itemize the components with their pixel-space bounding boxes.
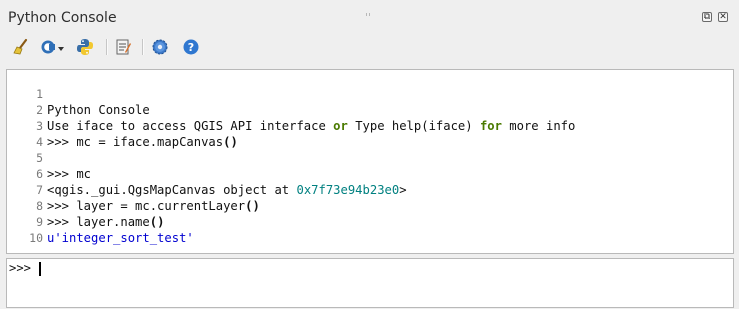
settings-button[interactable] — [149, 36, 171, 58]
output-line: 1 Python Console — [7, 70, 733, 117]
output-line: 3 >>> mc = iface.mapCanvas() — [7, 102, 733, 149]
output-line: 4 — [7, 118, 733, 149]
output-line: 2 Use iface to access QGIS API interface… — [7, 86, 733, 133]
import-class-button[interactable] — [38, 36, 68, 58]
output-line: 10 — [7, 214, 733, 245]
notepad-icon — [116, 39, 131, 55]
gear-icon — [152, 39, 168, 55]
help-icon: ? — [183, 39, 199, 55]
class-dropdown-icon — [41, 40, 64, 54]
broom-icon — [13, 38, 28, 55]
output-line: 5 >>> mc — [7, 134, 733, 181]
input-prompt: >>> — [9, 261, 32, 275]
svg-text:?: ? — [188, 41, 194, 54]
text-cursor — [39, 262, 41, 276]
output-line: 7 >>> layer = mc.currentLayer() — [7, 166, 733, 213]
console-input[interactable]: >>> — [6, 258, 734, 308]
float-panel-button[interactable]: ⧉ — [702, 12, 712, 22]
console-toolbar: ? — [10, 36, 260, 58]
output-line: 9 u'integer_sort_test' — [7, 198, 733, 245]
show-editor-button[interactable] — [112, 36, 134, 58]
output-line: 8 >>> layer.name() — [7, 182, 733, 229]
run-command-button[interactable] — [74, 36, 96, 58]
close-panel-button[interactable]: ✕ — [718, 12, 728, 22]
console-output[interactable]: 1 Python Console 2 Use iface to access Q… — [6, 69, 734, 254]
help-button[interactable]: ? — [180, 36, 202, 58]
toolbar-separator — [106, 39, 108, 55]
dock-grip[interactable] — [366, 1, 374, 16]
python-icon — [77, 39, 93, 55]
toolbar-separator — [142, 39, 144, 55]
panel-title: Python Console — [8, 10, 117, 26]
line-number: 10 — [29, 231, 43, 245]
clear-console-button[interactable] — [12, 36, 32, 58]
output-line: 6 <qgis._gui.QgsMapCanvas object at 0x7f… — [7, 150, 733, 197]
string-result: u'integer_sort_test' — [47, 231, 194, 245]
